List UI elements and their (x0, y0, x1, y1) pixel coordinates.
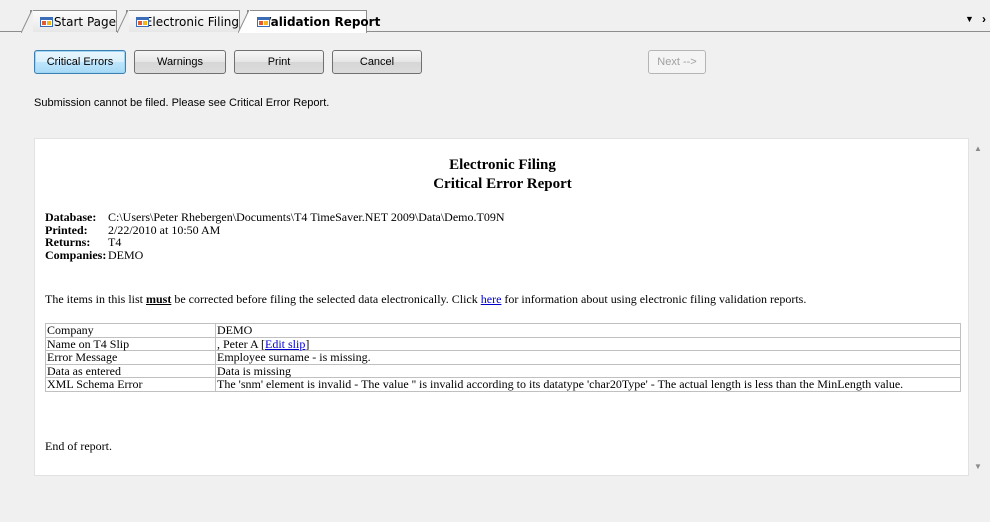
row-key: XML Schema Error (45, 377, 216, 392)
table-row: Error Message Employee surname - is miss… (45, 350, 961, 365)
chevron-right-icon[interactable]: › (982, 12, 986, 26)
meta-key: Companies: (45, 247, 107, 262)
meta-row-returns: Returns: T4 (45, 236, 505, 249)
row-key: Name on T4 Slip (45, 336, 216, 351)
window-app-icon (135, 16, 149, 28)
intro-text: The items in this list (45, 292, 146, 306)
intro-text: be corrected before filing the selected … (171, 292, 481, 306)
tab-label: Validation Report (262, 15, 381, 29)
tab-edge (117, 10, 129, 33)
slip-name: , Peter A [ (217, 336, 265, 351)
edit-slip-link[interactable]: Edit slip (265, 337, 305, 351)
scroll-down-icon[interactable]: ▼ (974, 462, 982, 471)
critical-errors-button[interactable]: Critical Errors (34, 50, 126, 74)
row-value: The 'snm' element is invalid - The value… (215, 377, 961, 392)
row-value: , Peter A [Edit slip] (215, 336, 961, 351)
tab-strip: Start Page Electronic Filing Validation … (0, 0, 990, 33)
table-row: Name on T4 Slip , Peter A [Edit slip] (45, 336, 961, 351)
window-app-icon (39, 16, 53, 28)
report-subtitle: Critical Error Report (433, 176, 572, 192)
help-link[interactable]: here (481, 292, 502, 306)
meta-key: Returns: (45, 235, 91, 249)
report-meta: Database: C:\Users\Peter Rhebergen\Docum… (45, 211, 505, 261)
report-panel: Electronic Filing Critical Error Report … (34, 138, 969, 476)
meta-value: DEMO (108, 247, 144, 262)
row-key: Error Message (45, 350, 216, 365)
meta-key: Database: (45, 210, 97, 224)
row-value: Data is missing (215, 363, 961, 378)
table-row: Company DEMO (45, 323, 961, 338)
row-key: Company (45, 323, 216, 338)
tab-electronic-filing[interactable]: Electronic Filing (117, 10, 240, 33)
meta-row-companies: Companies: DEMO (45, 247, 505, 262)
row-key: Data as entered (45, 363, 216, 378)
report-intro: The items in this list must be corrected… (45, 292, 806, 307)
tab-edge (21, 10, 33, 33)
next-button[interactable]: Next --> (648, 50, 706, 74)
intro-text: for information about using electronic f… (501, 292, 807, 306)
intro-emphasis: must (146, 292, 172, 306)
chevron-down-icon[interactable]: ▼ (965, 14, 974, 24)
status-message: Submission cannot be filed. Please see C… (34, 97, 330, 109)
tab-label: Start Page (53, 14, 116, 29)
row-value: Employee surname - is missing. (215, 350, 961, 365)
scroll-up-icon[interactable]: ▲ (974, 144, 982, 153)
print-button[interactable]: Print (234, 50, 324, 74)
error-table: Company DEMO Name on T4 Slip , Peter A [… (45, 323, 961, 392)
meta-row-database: Database: C:\Users\Peter Rhebergen\Docum… (45, 211, 505, 224)
table-row: XML Schema Error The 'snm' element is in… (45, 377, 961, 392)
tab-edge (238, 10, 250, 33)
tab-start-page[interactable]: Start Page (21, 10, 117, 33)
tab-label: Electronic Filing (144, 14, 239, 29)
warnings-button[interactable]: Warnings (134, 50, 226, 74)
report-title: Electronic Filing (449, 157, 556, 173)
vertical-scrollbar[interactable]: ▲ ▼ (970, 138, 987, 476)
cancel-button[interactable]: Cancel (332, 50, 422, 74)
table-row: Data as entered Data is missing (45, 363, 961, 378)
meta-value: C:\Users\Peter Rhebergen\Documents\T4 Ti… (108, 210, 505, 224)
meta-value: T4 (108, 235, 122, 249)
meta-value: 2/22/2010 at 10:50 AM (108, 222, 221, 237)
end-of-report: End of report. (45, 439, 112, 453)
row-value: DEMO (215, 323, 961, 338)
slip-bracket: ] (305, 336, 310, 351)
tab-validation-report[interactable]: Validation Report (238, 10, 380, 33)
